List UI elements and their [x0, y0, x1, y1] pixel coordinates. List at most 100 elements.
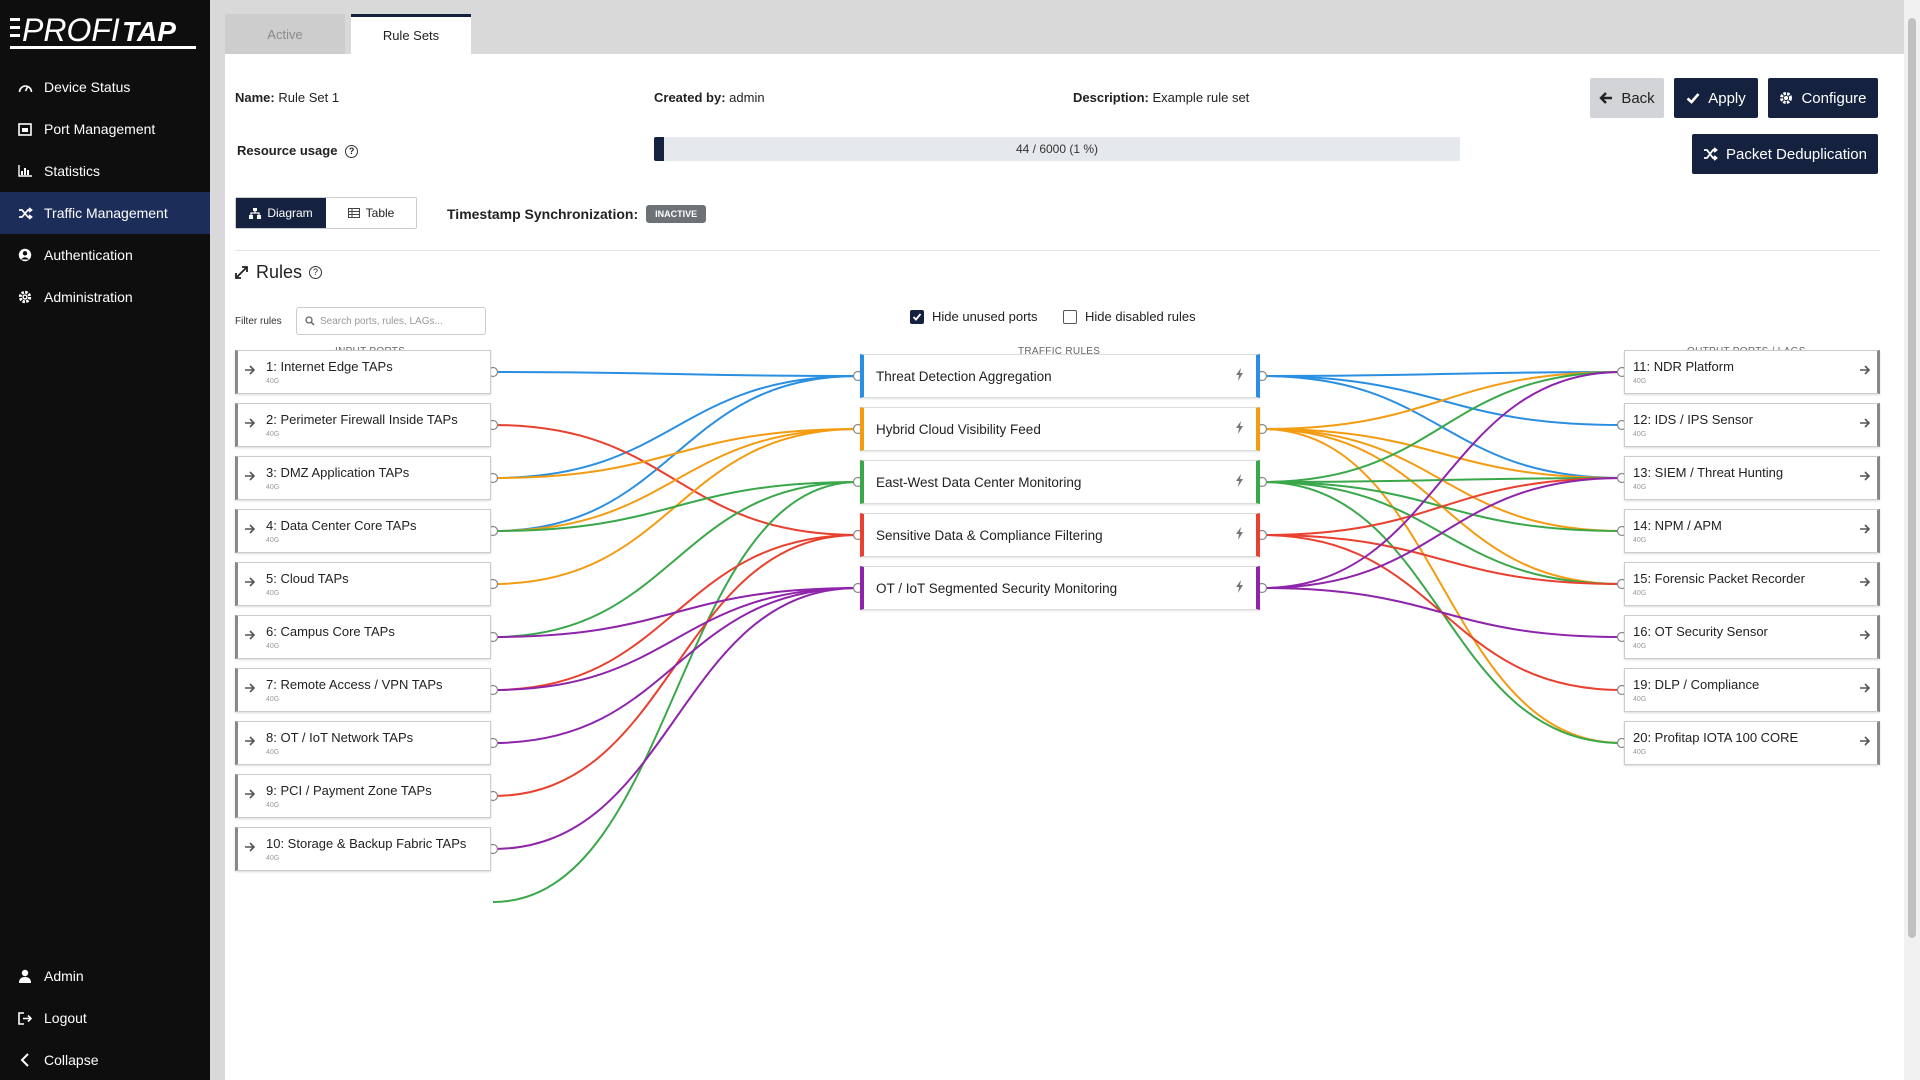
traffic-rule[interactable]: OT / IoT Segmented Security Monitoring: [860, 566, 1260, 610]
bar-chart-icon: [16, 162, 34, 180]
input-port[interactable]: 5: Cloud TAPs 40G: [235, 562, 491, 606]
sidebar-item-statistics[interactable]: Statistics: [0, 150, 210, 192]
nav-label: Administration: [44, 289, 133, 305]
output-port[interactable]: 11: NDR Platform 40G: [1624, 350, 1880, 394]
port-name: 9: PCI / Payment Zone TAPs: [266, 783, 432, 798]
page-scrollbar[interactable]: [1904, 0, 1920, 1080]
rule-name: Sensitive Data & Compliance Filtering: [876, 528, 1103, 543]
user-circle-icon: [16, 246, 34, 264]
connection-line: [492, 587, 859, 850]
sidebar-item-port-management[interactable]: Port Management: [0, 108, 210, 150]
sidebar-bottom-nav: Admin Logout Collapse: [0, 955, 210, 1080]
scrollbar-thumb[interactable]: [1908, 18, 1916, 938]
tab-rule-sets[interactable]: Rule Sets: [351, 14, 471, 54]
sidebar-item-admin[interactable]: Admin: [0, 955, 210, 997]
svg-text:TAP: TAP: [122, 16, 176, 47]
input-port[interactable]: 2: Perimeter Firewall Inside TAPs 40G: [235, 403, 491, 447]
output-port[interactable]: 16: OT Security Sensor 40G: [1624, 615, 1880, 659]
output-port[interactable]: 20: Profitap IOTA 100 CORE 40G: [1624, 721, 1880, 765]
tab-active[interactable]: Active: [225, 14, 345, 54]
arrow-right-icon: [244, 575, 256, 592]
port-speed: 40G: [1633, 378, 1647, 385]
port-speed: 40G: [266, 484, 280, 491]
profitap-logo: PROFI TAP: [10, 12, 196, 49]
bolt-icon[interactable]: [1235, 580, 1244, 596]
traffic-rule[interactable]: Sensitive Data & Compliance Filtering: [860, 513, 1260, 557]
input-port[interactable]: 6: Campus Core TAPs 40G: [235, 615, 491, 659]
port-speed: 40G: [266, 378, 280, 385]
input-port[interactable]: 8: OT / IoT Network TAPs 40G: [235, 721, 491, 765]
traffic-rule[interactable]: Hybrid Cloud Visibility Feed: [860, 407, 1260, 451]
port-name: 12: IDS / IPS Sensor: [1633, 412, 1753, 427]
tab-bar: Active Rule Sets: [225, 14, 477, 54]
rule-name: OT / IoT Segmented Security Monitoring: [876, 581, 1118, 596]
port-speed: 40G: [1633, 431, 1647, 438]
arrow-right-icon: [244, 416, 256, 433]
bolt-icon[interactable]: [1235, 527, 1244, 543]
input-port[interactable]: 4: Data Center Core TAPs 40G: [235, 509, 491, 553]
rule-name: East-West Data Center Monitoring: [876, 475, 1082, 490]
nav-label: Admin: [44, 968, 84, 984]
port-speed: 40G: [1633, 537, 1647, 544]
traffic-rule[interactable]: East-West Data Center Monitoring: [860, 460, 1260, 504]
input-port[interactable]: 3: DMZ Application TAPs 40G: [235, 456, 491, 500]
port-name: 20: Profitap IOTA 100 CORE: [1633, 730, 1799, 745]
nav-label: Authentication: [44, 247, 133, 263]
shuffle-icon: [16, 204, 34, 222]
bolt-icon[interactable]: [1235, 368, 1244, 384]
output-port[interactable]: 13: SIEM / Threat Hunting 40G: [1624, 456, 1880, 500]
rule-name: Hybrid Cloud Visibility Feed: [876, 422, 1041, 437]
arrow-right-icon: [244, 522, 256, 539]
bolt-icon[interactable]: [1235, 421, 1244, 437]
port-speed: 40G: [266, 855, 280, 862]
connection-line: [492, 481, 859, 532]
arrow-right-icon: [244, 469, 256, 486]
sidebar: PROFI TAP Device Status Port Management St…: [0, 0, 210, 1080]
port-name: 4: Data Center Core TAPs: [266, 518, 417, 533]
bolt-icon[interactable]: [1235, 474, 1244, 490]
sidebar-item-traffic-management[interactable]: Traffic Management: [0, 192, 210, 234]
sidebar-item-logout[interactable]: Logout: [0, 997, 210, 1039]
arrow-right-icon: [244, 628, 256, 645]
main-content: Active Rule Sets Name: Rule Set 1 Create…: [225, 14, 1905, 1080]
output-port[interactable]: 15: Forensic Packet Recorder 40G: [1624, 562, 1880, 606]
input-port[interactable]: 1: Internet Edge TAPs 40G: [235, 350, 491, 394]
input-port[interactable]: 9: PCI / Payment Zone TAPs 40G: [235, 774, 491, 818]
connection-line: [492, 587, 859, 638]
input-port[interactable]: 7: Remote Access / VPN TAPs 40G: [235, 668, 491, 712]
nav-label: Logout: [44, 1010, 87, 1026]
arrow-right-icon: [244, 787, 256, 804]
port-name: 2: Perimeter Firewall Inside TAPs: [266, 412, 458, 427]
logout-icon: [16, 1009, 34, 1027]
traffic-rule[interactable]: Threat Detection Aggregation: [860, 354, 1260, 398]
arrow-right-icon: [1859, 681, 1871, 698]
sidebar-item-administration[interactable]: Administration: [0, 276, 210, 318]
sidebar-item-collapse[interactable]: Collapse: [0, 1039, 210, 1080]
arrow-right-icon: [1859, 522, 1871, 539]
port-name: 6: Campus Core TAPs: [266, 624, 395, 639]
nav-label: Traffic Management: [44, 205, 168, 221]
port-speed: 40G: [266, 590, 280, 597]
output-port[interactable]: 14: NPM / APM 40G: [1624, 509, 1880, 553]
output-port[interactable]: 19: DLP / Compliance 40G: [1624, 668, 1880, 712]
svg-text:PROFI: PROFI: [22, 12, 120, 48]
gauge-icon: [16, 78, 34, 96]
output-port[interactable]: 12: IDS / IPS Sensor 40G: [1624, 403, 1880, 447]
sidebar-nav: Device Status Port Management Statistics Tr…: [0, 66, 210, 318]
port-speed: 40G: [1633, 484, 1647, 491]
port-name: 3: DMZ Application TAPs: [266, 465, 410, 480]
gear-icon: [16, 288, 34, 306]
sidebar-item-authentication[interactable]: Authentication: [0, 234, 210, 276]
arrow-right-icon: [1859, 469, 1871, 486]
input-port[interactable]: 10: Storage & Backup Fabric TAPs 40G: [235, 827, 491, 871]
connection-line: [492, 428, 859, 479]
port-icon: [16, 120, 34, 138]
connection-line: [492, 587, 859, 691]
port-speed: 40G: [1633, 643, 1647, 650]
nav-label: Statistics: [44, 163, 101, 179]
connection-line: [1261, 534, 1623, 585]
port-speed: 40G: [266, 537, 280, 544]
arrow-right-icon: [1859, 575, 1871, 592]
port-name: 8: OT / IoT Network TAPs: [266, 730, 414, 745]
sidebar-item-device-status[interactable]: Device Status: [0, 66, 210, 108]
